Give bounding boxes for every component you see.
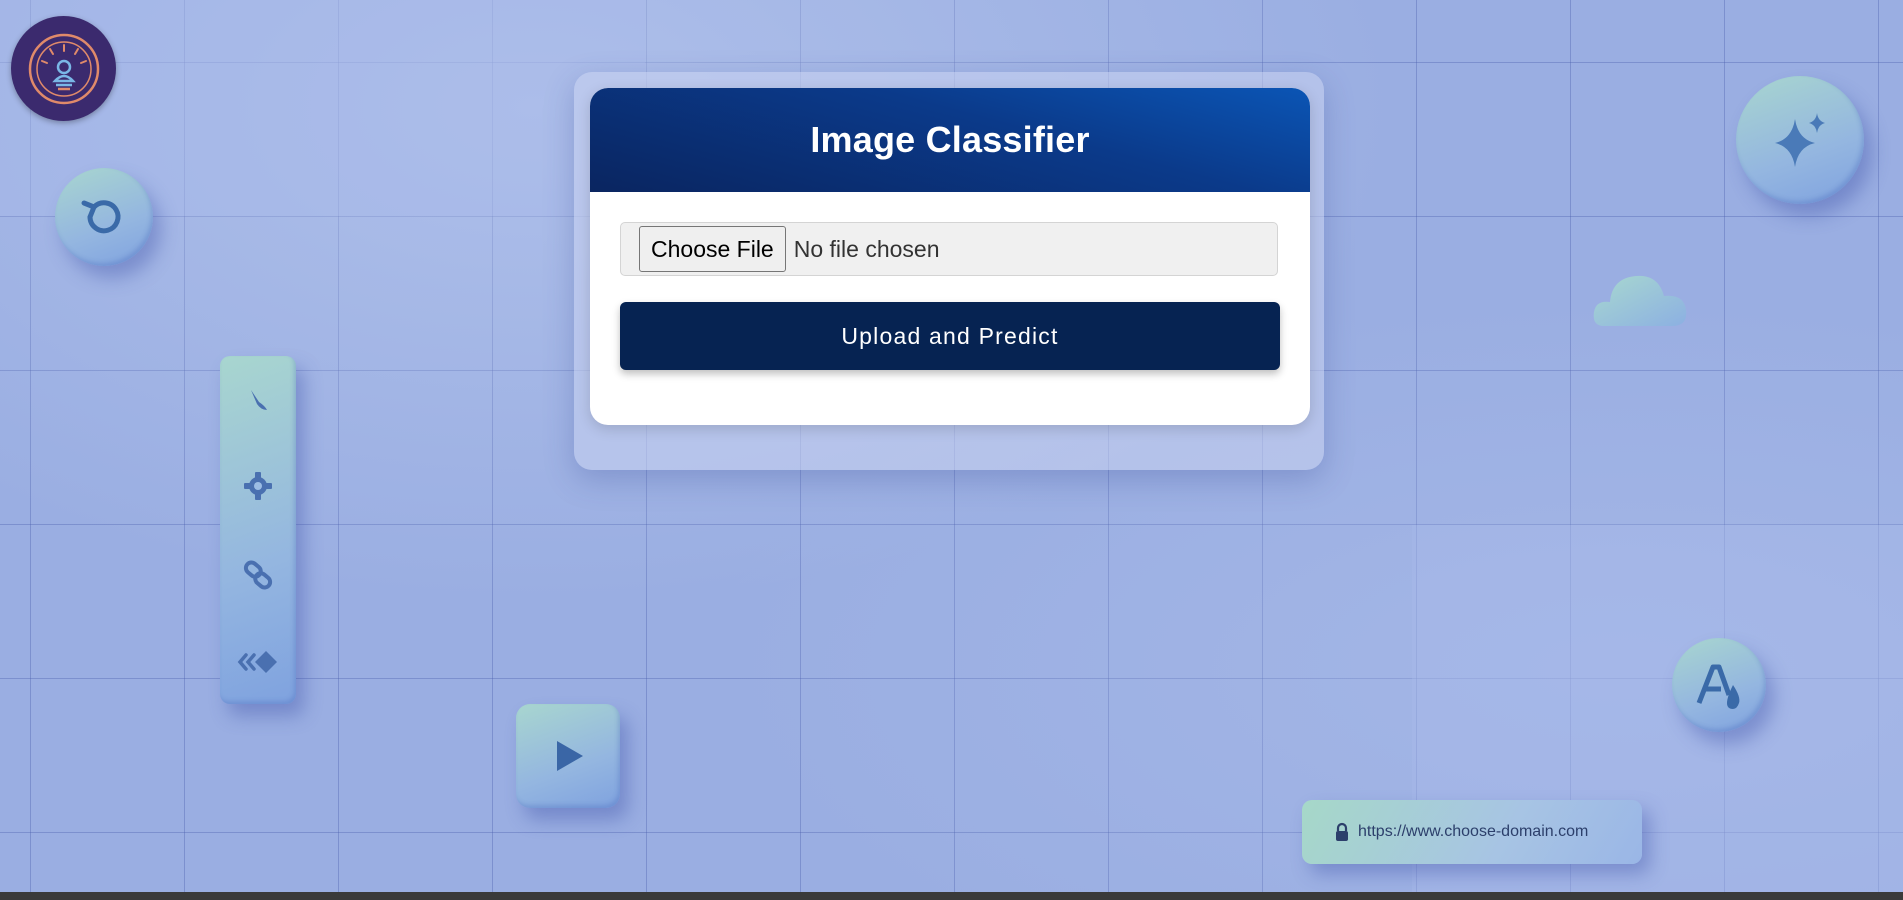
logo-icon[interactable] [11,16,116,121]
sparkle-icon [1736,76,1864,204]
file-input[interactable]: Choose File No file chosen [620,222,1278,276]
card-header: Image Classifier [590,88,1310,192]
file-status-text: No file chosen [793,235,940,262]
side-toolbar [220,356,296,704]
pen-icon [251,389,267,410]
code-icon [237,650,277,673]
bottom-edge [0,892,1903,900]
font-icon [1672,638,1766,732]
refresh-icon [55,168,153,266]
url-pill: https://www.choose-domain.com [1302,800,1642,864]
lock-icon [1336,822,1348,841]
page-title: Image Classifier [810,119,1090,160]
choose-file-button[interactable]: Choose File [639,226,786,272]
gear-icon [244,471,272,500]
upload-predict-button[interactable]: Upload and Predict [620,302,1280,370]
classifier-card: Image Classifier Choose File No file cho… [590,88,1310,425]
cloud-icon [1592,262,1690,328]
play-icon [516,704,620,808]
link-icon [243,560,273,589]
url-text: https://www.choose-domain.com [1358,823,1589,840]
